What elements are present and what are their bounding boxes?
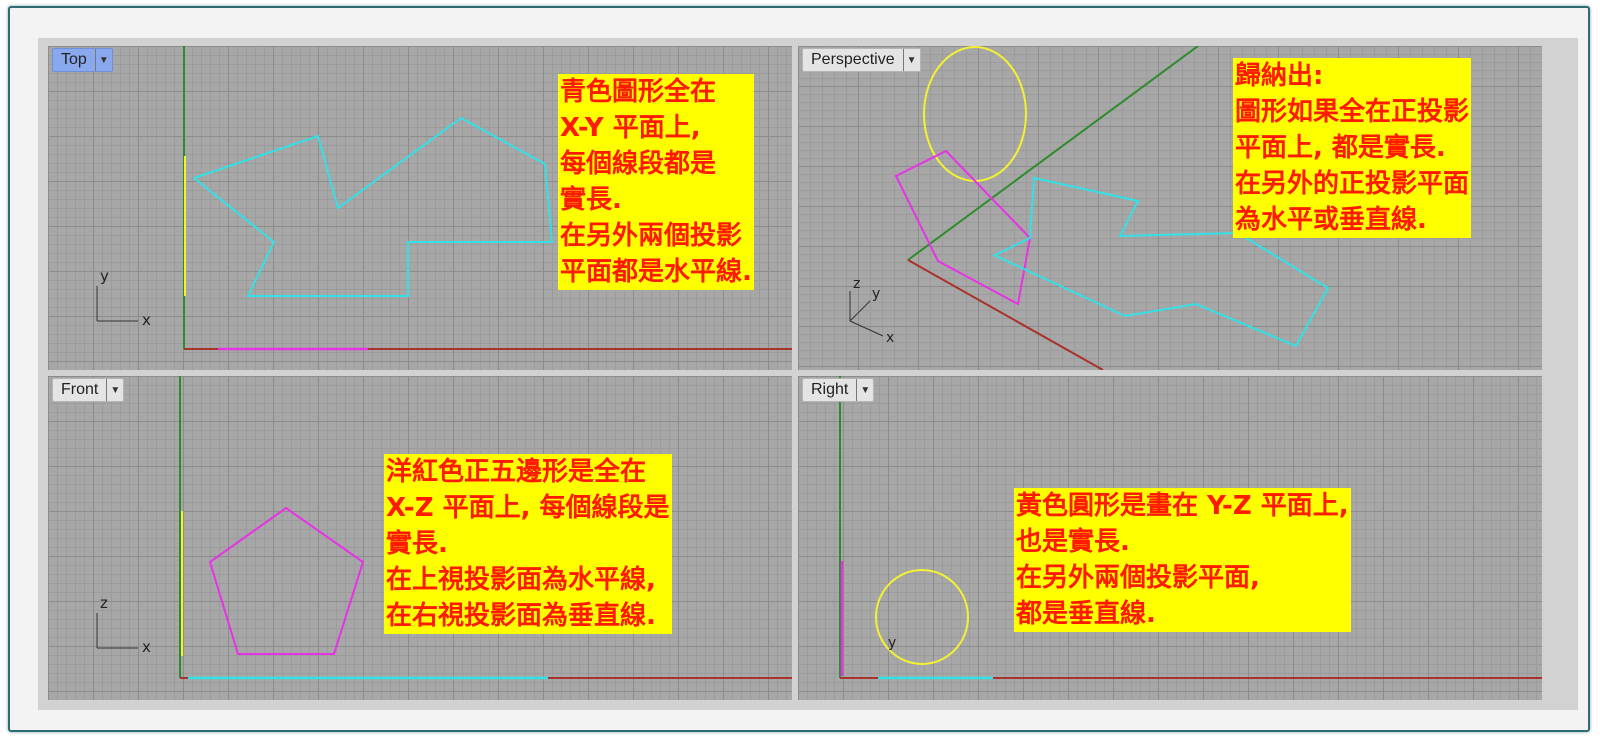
- right-gizmo-y-label: y: [888, 635, 896, 651]
- viewport-top-tab[interactable]: Top ▼: [52, 48, 113, 72]
- magenta-pentagon: [208, 506, 365, 655]
- persp-gizmo-x-label: x: [886, 330, 894, 346]
- viewport-perspective[interactable]: Perspective ▼ z y x 歸納出: 圖形如果全在正投影 平面上, …: [798, 46, 1542, 370]
- right-note: 黃色圓形是畫在 Y-Z 平面上, 也是實長. 在另外兩個投影平面, 都是垂直線.: [1014, 488, 1351, 632]
- magenta-pentagon-persp: [894, 149, 1032, 306]
- viewport-grid: Top ▼ y x 青色圖形全在 X-Y 平面上, 每個線段都是 實長. 在另外…: [38, 38, 1578, 710]
- dropdown-arrow-icon[interactable]: ▼: [106, 379, 123, 401]
- front-note: 洋紅色正五邊形是全在 X-Z 平面上, 每個線段是 實長. 在上視投影面為水平線…: [384, 454, 672, 634]
- viewport-right[interactable]: Right ▼ y 黃色圓形是畫在 Y-Z 平面上, 也是實長. 在另外兩個投影…: [798, 376, 1542, 700]
- persp-x-axis: [907, 259, 1104, 370]
- yellow-circle-persp: [923, 46, 1027, 182]
- cyan-shape: [193, 116, 554, 297]
- viewport-right-tab[interactable]: Right ▼: [802, 378, 875, 402]
- perspective-note: 歸納出: 圖形如果全在正投影 平面上, 都是實長. 在另外的正投影平面 為水平或…: [1233, 58, 1472, 238]
- persp-y-axis: [907, 46, 1199, 261]
- viewport-perspective-tab[interactable]: Perspective ▼: [802, 48, 921, 72]
- top-gizmo-y-label: y: [100, 267, 109, 285]
- top-axis-gizmo: [96, 286, 138, 322]
- dropdown-arrow-icon[interactable]: ▼: [94, 49, 112, 71]
- front-gizmo-x-label: x: [142, 638, 151, 656]
- viewport-top[interactable]: Top ▼ y x 青色圖形全在 X-Y 平面上, 每個線段都是 實長. 在另外…: [48, 46, 792, 370]
- viewport-right-title: Right: [811, 381, 849, 398]
- top-gizmo-x-label: x: [142, 311, 151, 329]
- viewport-front-title: Front: [61, 381, 99, 398]
- persp-gizmo-y-label: y: [872, 286, 880, 302]
- viewport-front-tab[interactable]: Front ▼: [52, 378, 125, 402]
- viewport-front[interactable]: Front ▼ z x 洋紅色正五邊形是全在 X-Z 平面上, 每個線段是 實長…: [48, 376, 792, 700]
- dropdown-arrow-icon[interactable]: ▼: [856, 379, 873, 401]
- viewport-perspective-title: Perspective: [811, 51, 895, 68]
- viewport-top-title: Top: [61, 51, 87, 68]
- front-axis-gizmo: [96, 613, 138, 649]
- dropdown-arrow-icon[interactable]: ▼: [902, 49, 920, 71]
- persp-gizmo-z-label: z: [853, 276, 860, 292]
- top-note: 青色圖形全在 X-Y 平面上, 每個線段都是 實長. 在另外兩個投影 平面都是水…: [558, 74, 754, 290]
- front-gizmo-z-label: z: [100, 594, 108, 612]
- figure-frame: Top ▼ y x 青色圖形全在 X-Y 平面上, 每個線段都是 實長. 在另外…: [8, 6, 1590, 732]
